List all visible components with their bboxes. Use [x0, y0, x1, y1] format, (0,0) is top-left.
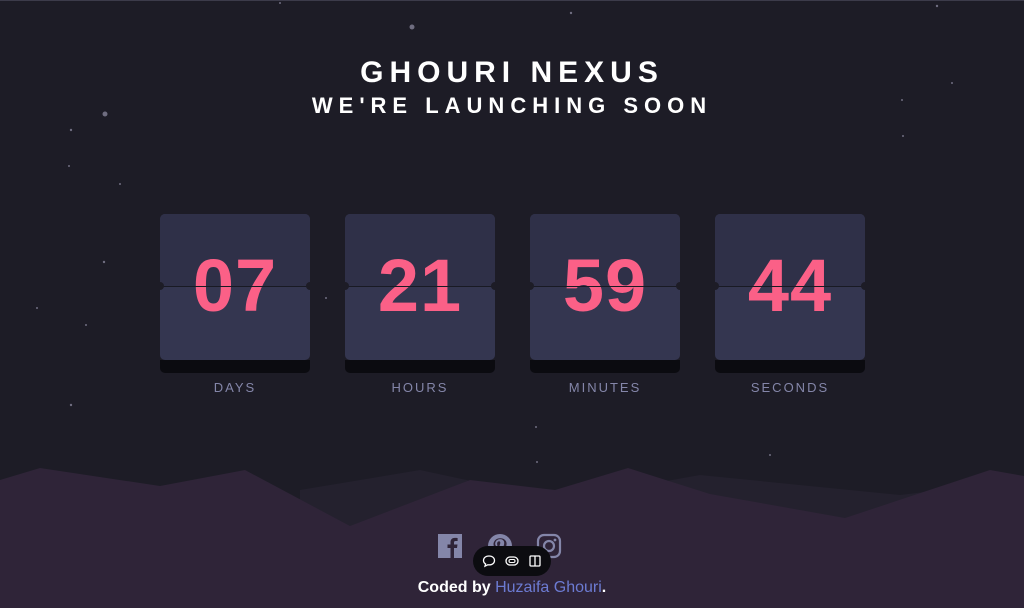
flip-card-seconds: 44	[715, 214, 865, 360]
hours-label: HOURS	[391, 380, 449, 395]
page-header: GHOURI NEXUS WE'RE LAUNCHING SOON	[0, 56, 1024, 120]
comment-icon[interactable]	[481, 553, 497, 569]
days-label: DAYS	[213, 380, 257, 395]
columns-icon[interactable]	[527, 553, 543, 569]
flip-card-minutes: 59	[530, 214, 680, 360]
countdown-seconds: 44 SECONDS	[715, 214, 865, 395]
flip-card-days: 07	[160, 214, 310, 360]
countdown-timer: 07 DAYS 21 HOURS 59 MINUTES 44 SECONDS	[160, 214, 865, 404]
seconds-label: SECONDS	[750, 380, 830, 395]
flip-card-hours: 21	[345, 214, 495, 360]
countdown-days: 07 DAYS	[160, 214, 310, 395]
facebook-icon[interactable]	[437, 533, 463, 559]
author-link[interactable]: Huzaifa Ghouri	[495, 579, 602, 596]
brand-title: GHOURI NEXUS	[360, 56, 664, 89]
preview-icon[interactable]	[504, 553, 520, 569]
launch-tagline: WE'RE LAUNCHING SOON	[311, 93, 713, 118]
countdown-minutes: 59 MINUTES	[530, 214, 680, 395]
credit-prefix: Coded by	[417, 579, 491, 596]
footer-credit: Coded by Huzaifa Ghouri.	[0, 579, 1024, 597]
countdown-hours: 21 HOURS	[345, 214, 495, 395]
minutes-label: MINUTES	[568, 380, 642, 395]
floating-toolbar	[473, 546, 551, 576]
credit-suffix: .	[601, 579, 607, 596]
